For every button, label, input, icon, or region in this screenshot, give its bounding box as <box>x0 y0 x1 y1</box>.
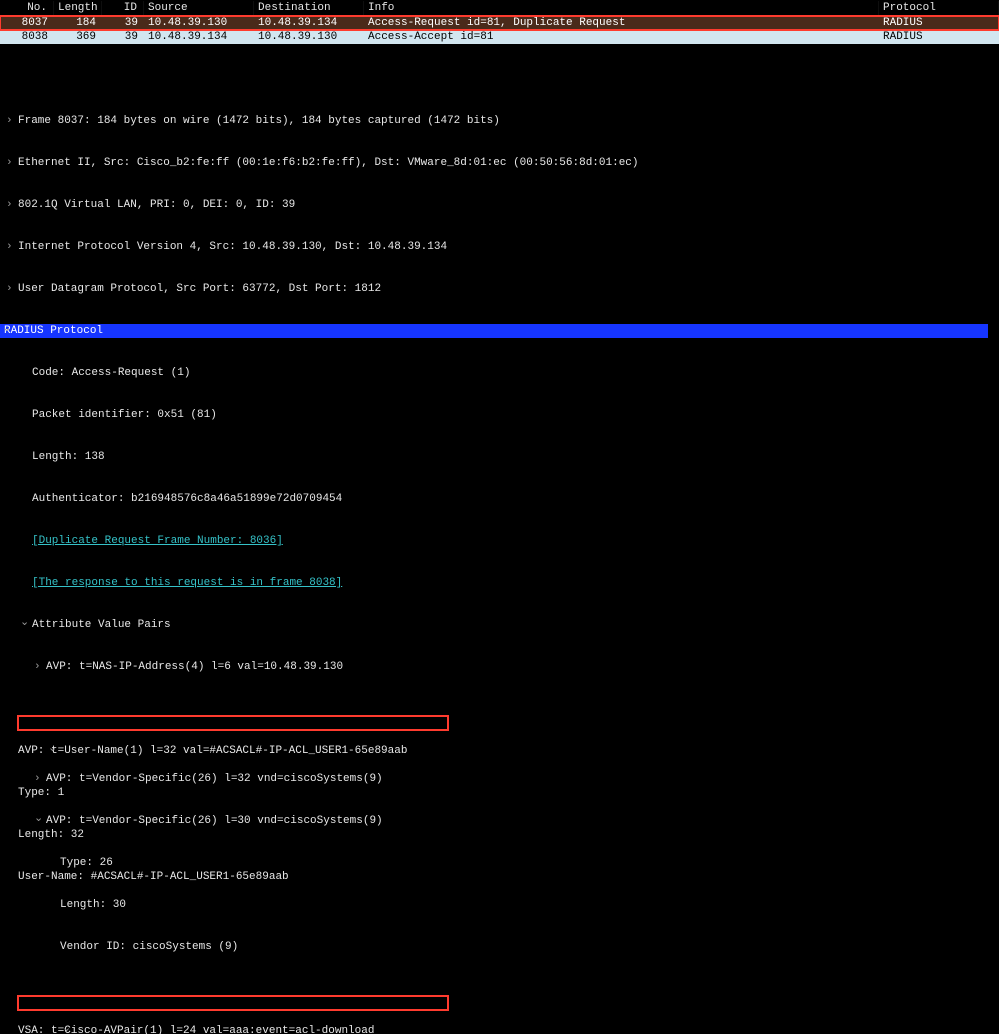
username-avp[interactable]: AVP: t=User-Name(1) l=32 val=#ACSACL#-IP… <box>18 744 448 758</box>
cell-no: 8037 <box>0 16 54 30</box>
cell-len: 184 <box>54 16 102 30</box>
packet-list-header: No. Length ID Source Destination Info Pr… <box>0 0 999 16</box>
code-line: Code: Access-Request (1) <box>4 366 999 380</box>
radius-line[interactable]: RADIUS Protocol <box>0 324 988 338</box>
highlight-username: AVP: t=User-Name(1) l=32 val=#ACSACL#-IP… <box>18 716 448 730</box>
auth-line: Authenticator: b216948576c8a46a51899e72d… <box>4 492 999 506</box>
cell-len: 369 <box>54 30 102 44</box>
cell-info: Access-Request id=81, Duplicate Request <box>364 16 879 30</box>
vs2-len: Length: 30 <box>4 898 999 912</box>
vendor-avp-2[interactable]: AVP: t=Vendor-Specific(26) l=30 vnd=cisc… <box>4 814 999 828</box>
packet-details: Frame 8037: 184 bytes on wire (1472 bits… <box>0 86 999 1034</box>
cell-no: 8038 <box>0 30 54 44</box>
avps-line[interactable]: Attribute Value Pairs <box>4 618 999 632</box>
packet-row[interactable]: 8038 369 39 10.48.39.134 10.48.39.130 Ac… <box>0 30 999 44</box>
packet-list: No. Length ID Source Destination Info Pr… <box>0 0 999 44</box>
username-len: Length: 32 <box>18 828 448 842</box>
cell-proto: RADIUS <box>879 16 999 30</box>
pktid-line: Packet identifier: 0x51 (81) <box>4 408 999 422</box>
col-proto[interactable]: Protocol <box>879 1 999 15</box>
cell-proto: RADIUS <box>879 30 999 44</box>
col-info[interactable]: Info <box>364 1 879 15</box>
col-src[interactable]: Source <box>144 1 254 15</box>
packet-row-selected[interactable]: 8037 184 39 10.48.39.130 10.48.39.134 Ac… <box>0 16 999 30</box>
username-type: Type: 1 <box>18 786 448 800</box>
username-val: User-Name: #ACSACL#-IP-ACL_USER1-65e89aa… <box>18 870 448 884</box>
resp-link[interactable]: [The response to this request is in fram… <box>4 576 999 590</box>
highlight-vsa: VSA: t=Cisco-AVPair(1) l=24 val=aaa:even… <box>18 996 448 1010</box>
length-line: Length: 138 <box>4 450 999 464</box>
udp-line[interactable]: User Datagram Protocol, Src Port: 63772,… <box>4 282 999 296</box>
col-no[interactable]: No. <box>0 1 54 15</box>
cell-dst: 10.48.39.130 <box>254 30 364 44</box>
frame-line[interactable]: Frame 8037: 184 bytes on wire (1472 bits… <box>4 114 999 128</box>
vendor-avp-1[interactable]: AVP: t=Vendor-Specific(26) l=32 vnd=cisc… <box>4 772 999 786</box>
col-dst[interactable]: Destination <box>254 1 364 15</box>
col-id[interactable]: ID <box>102 1 144 15</box>
dup-link[interactable]: [Duplicate Request Frame Number: 8036] <box>4 534 999 548</box>
cell-src: 10.48.39.134 <box>144 30 254 44</box>
cell-id: 39 <box>102 16 144 30</box>
vs2-type: Type: 26 <box>4 856 999 870</box>
cell-src: 10.48.39.130 <box>144 16 254 30</box>
eth-line[interactable]: Ethernet II, Src: Cisco_b2:fe:ff (00:1e:… <box>4 156 999 170</box>
col-len[interactable]: Length <box>54 1 102 15</box>
vs2-vid: Vendor ID: ciscoSystems (9) <box>4 940 999 954</box>
cell-dst: 10.48.39.134 <box>254 16 364 30</box>
cell-id: 39 <box>102 30 144 44</box>
cell-info: Access-Accept id=81 <box>364 30 879 44</box>
nas-avp[interactable]: AVP: t=NAS-IP-Address(4) l=6 val=10.48.3… <box>4 660 999 674</box>
vsa-line[interactable]: VSA: t=Cisco-AVPair(1) l=24 val=aaa:even… <box>18 1024 448 1034</box>
vlan-line[interactable]: 802.1Q Virtual LAN, PRI: 0, DEI: 0, ID: … <box>4 198 999 212</box>
ip-line[interactable]: Internet Protocol Version 4, Src: 10.48.… <box>4 240 999 254</box>
